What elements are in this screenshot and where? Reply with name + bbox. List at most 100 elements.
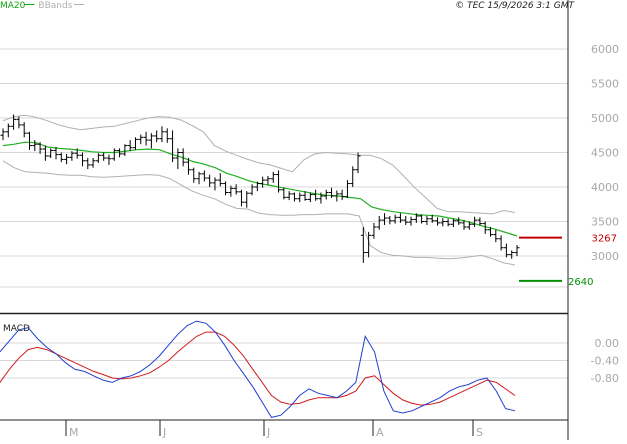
ohlc-bar xyxy=(450,218,456,228)
bband-upper-line xyxy=(2,114,516,215)
ohlc-bar xyxy=(270,171,276,183)
ohlc-bar xyxy=(138,134,144,145)
ohlc-bar xyxy=(101,152,107,161)
ohlc-bar xyxy=(445,218,451,227)
ohlc-bar xyxy=(286,191,292,201)
ohlc-bar xyxy=(244,191,250,208)
ohlc-bar xyxy=(170,130,176,163)
x-tick-label: A xyxy=(376,426,384,439)
ohlc-bar xyxy=(159,126,165,143)
ohlc-bar xyxy=(196,171,202,185)
ohlc-bar xyxy=(85,158,91,170)
ohlc-bar xyxy=(223,181,229,196)
ohlc-bar xyxy=(132,137,138,150)
legend-label: BBands xyxy=(38,1,72,11)
ohlc-bar xyxy=(281,187,287,200)
ohlc-bar xyxy=(403,215,409,225)
text-layer: 6000 5500 5000 4500 4000 3500 3000 0.00 -0.40 -0.… xyxy=(0,1,619,439)
ohlc-bar xyxy=(376,215,382,230)
ohlc-bar xyxy=(64,153,70,165)
ohlc-bar xyxy=(260,176,266,188)
ohlc-bar xyxy=(344,180,350,199)
x-tick-label: S xyxy=(476,426,483,439)
ohlc-bar xyxy=(212,177,218,191)
ohlc-bar xyxy=(503,243,509,258)
ohlc-bar xyxy=(493,229,499,243)
ohlc-bars-layer xyxy=(0,114,520,263)
ohlc-bar xyxy=(419,214,425,224)
ohlc-bar xyxy=(79,152,85,167)
ohlc-bar xyxy=(339,189,345,201)
ohlc-bar xyxy=(127,140,133,152)
bband-lower-line xyxy=(2,160,516,266)
price-tick-label: 3500 xyxy=(591,216,619,229)
ohlc-bar xyxy=(265,175,271,185)
price-tick-label: 5500 xyxy=(591,78,619,91)
ohlc-bar xyxy=(382,213,388,225)
ohlc-bar xyxy=(440,218,446,227)
macd-tick-label: 0.00 xyxy=(595,337,620,350)
ohlc-bar xyxy=(148,133,154,149)
ohlc-bar xyxy=(5,123,11,138)
legend-label: MA20 xyxy=(0,1,26,11)
ohlc-bar xyxy=(514,244,520,256)
x-tick-label: J xyxy=(266,426,270,439)
ohlc-bar xyxy=(201,170,207,182)
ohlc-bar xyxy=(207,174,213,187)
ohlc-bar xyxy=(26,131,32,150)
price-tick-label: 3000 xyxy=(591,250,619,263)
ohlc-bar xyxy=(355,152,361,174)
ohlc-bar xyxy=(291,192,297,202)
ohlc-bar xyxy=(164,128,170,143)
ohlc-bar xyxy=(297,192,303,203)
ohlc-bar xyxy=(249,184,255,196)
ohlc-bar xyxy=(329,187,335,199)
ohlc-bar xyxy=(387,215,393,225)
ohlc-bar xyxy=(111,148,117,161)
ohlc-bar xyxy=(217,173,223,187)
frame-layer xyxy=(0,0,569,440)
price-tick-label: 4500 xyxy=(591,147,619,160)
ohlc-bar xyxy=(90,158,96,168)
resistance-level-label: 3267 xyxy=(592,234,617,245)
ohlc-bar xyxy=(106,154,112,165)
price-levels-layer xyxy=(519,236,562,282)
ohlc-bar xyxy=(175,148,181,170)
ohlc-bar xyxy=(32,140,38,152)
ohlc-bar xyxy=(509,250,515,259)
ohlc-bar xyxy=(42,145,48,161)
macd-title: MACD xyxy=(3,324,30,334)
ohlc-bar xyxy=(350,166,356,187)
stock-chart: 6000 5500 5000 4500 4000 3500 3000 0.00 -0.40 -0.… xyxy=(0,0,627,440)
x-tick-label: J xyxy=(162,426,166,439)
ohlc-bar xyxy=(238,189,244,207)
bbands-layer xyxy=(2,114,516,266)
ohlc-bar xyxy=(424,215,430,225)
ohlc-bar xyxy=(122,144,128,156)
ohlc-bar xyxy=(143,131,149,146)
ohlc-bar xyxy=(154,130,160,143)
ohlc-bar xyxy=(371,222,377,239)
price-tick-label: 4000 xyxy=(591,181,619,194)
ohlc-bar xyxy=(191,167,197,183)
macd-tick-label: -0.80 xyxy=(591,372,619,385)
ohlc-bar xyxy=(276,170,282,193)
chart-canvas: 6000 5500 5000 4500 4000 3500 3000 0.00 -0.40 -0.… xyxy=(0,0,619,440)
x-tick-label: M xyxy=(69,426,79,439)
price-tick-label: 6000 xyxy=(591,43,619,56)
ohlc-bar xyxy=(0,128,6,141)
copyright-text: © TEC 15/9/2026 3:1 GMT xyxy=(455,1,575,11)
macd-tick-label: -0.40 xyxy=(591,355,619,368)
ohlc-bar xyxy=(48,148,54,159)
ohlc-bar xyxy=(233,184,239,195)
ohlc-bar xyxy=(313,189,319,201)
ohlc-bar xyxy=(58,152,64,163)
ohlc-bar xyxy=(392,214,398,224)
macd-layer xyxy=(0,320,516,418)
price-tick-label: 5000 xyxy=(591,112,619,125)
ohlc-bar xyxy=(307,192,313,203)
ohlc-bar xyxy=(21,122,27,138)
ohlc-bar xyxy=(498,235,504,251)
support-level-label: 2640 xyxy=(568,277,593,288)
ohlc-bar xyxy=(95,153,101,163)
